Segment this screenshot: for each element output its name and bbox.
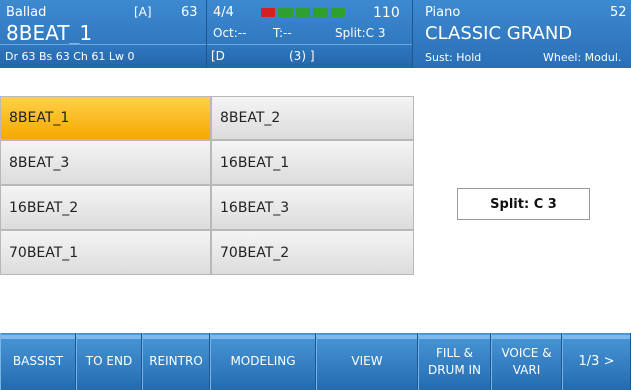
split-point-value-box[interactable]: Split: C 3	[457, 188, 590, 220]
style-cell[interactable]: 8BEAT_3	[0, 140, 211, 185]
octave-value: Oct:--	[213, 26, 247, 40]
style-cell[interactable]: 16BEAT_1	[211, 140, 414, 185]
voice-name: CLASSIC GRAND	[425, 23, 573, 44]
modeling-button[interactable]: MODELING	[210, 333, 316, 390]
split-value: Split:C 3	[335, 26, 386, 40]
style-variation: [A]	[134, 5, 152, 19]
style-cell[interactable]: 16BEAT_2	[0, 185, 211, 230]
style-cell[interactable]: 70BEAT_1	[0, 230, 211, 275]
center-panel[interactable]: 4/4 110 Oct:-- T:-- Split:C 3 [D (3) ]	[207, 0, 413, 68]
style-panel[interactable]: Ballad [A] 63 8BEAT_1 Dr 63 Bs 63 Ch 61 …	[0, 0, 207, 68]
voice-vari-button[interactable]: VOICE & VARI	[491, 333, 562, 390]
fill-drum-in-label: FILL & DRUM IN	[427, 346, 482, 377]
voice-number: 52	[610, 5, 627, 20]
page-next-button[interactable]: 1/3 >	[562, 333, 631, 390]
reintro-label: REINTRO	[149, 354, 203, 369]
bassist-label: BASSIST	[12, 354, 64, 369]
button-tab	[211, 335, 315, 339]
beat-indicator	[261, 8, 346, 17]
button-tab	[492, 335, 561, 339]
beat-led	[295, 8, 311, 17]
voice-panel[interactable]: Piano 52 CLASSIC GRAND Sust: Hold Wheel:…	[413, 0, 631, 68]
style-tempo-number: 63	[181, 5, 198, 20]
sustain-status: Sust: Hold	[425, 51, 482, 64]
time-signature: 4/4	[213, 5, 234, 20]
page-indicator: 1/3 >	[578, 353, 615, 369]
fill-drum-in-button[interactable]: FILL & DRUM IN	[418, 333, 491, 390]
button-tab	[419, 335, 490, 339]
style-info-text: Dr 63 Bs 63 Ch 61 Lw 0	[5, 50, 135, 63]
beat-led	[278, 8, 293, 17]
beat-led	[313, 8, 328, 17]
transpose-value: T:--	[273, 26, 292, 40]
style-cell[interactable]: 16BEAT_3	[211, 185, 414, 230]
wheel-status: Wheel: Modul.	[543, 51, 622, 64]
drum-value: (3) ]	[289, 49, 315, 63]
voice-category: Piano	[425, 5, 461, 20]
to-end-button[interactable]: TO END	[76, 333, 142, 390]
split-point-panel: SPLIT POINT Split: C 3	[414, 90, 631, 330]
button-tab	[143, 335, 209, 339]
modeling-label: MODELING	[230, 354, 296, 369]
voice-vari-label: VOICE & VARI	[501, 346, 552, 377]
style-name: Ballad	[6, 5, 47, 20]
view-button[interactable]: VIEW	[316, 333, 418, 390]
style-cell[interactable]: 8BEAT_2	[211, 96, 414, 140]
style-cell[interactable]: 8BEAT_1	[0, 96, 211, 140]
tempo-value: 110	[373, 5, 400, 21]
button-tab	[1, 335, 75, 339]
bassist-button[interactable]: BASSIST	[0, 333, 76, 390]
to-end-label: TO END	[85, 354, 133, 369]
split-point-title: SPLIT POINT	[487, 93, 558, 104]
drum-label: [D	[211, 49, 225, 63]
beat-led	[261, 8, 276, 17]
beat-led	[330, 8, 346, 17]
view-label: VIEW	[351, 354, 383, 369]
reintro-button[interactable]: REINTRO	[142, 333, 210, 390]
button-tab	[563, 335, 630, 339]
button-tab	[77, 335, 141, 339]
drum-info-bar: [D (3) ]	[207, 44, 412, 68]
current-style-name: 8BEAT_1	[6, 21, 93, 45]
button-tab	[317, 335, 417, 339]
split-point-value: Split: C 3	[490, 196, 557, 212]
style-cell[interactable]: 70BEAT_2	[211, 230, 414, 275]
style-info-bar: Dr 63 Bs 63 Ch 61 Lw 0	[0, 44, 206, 68]
